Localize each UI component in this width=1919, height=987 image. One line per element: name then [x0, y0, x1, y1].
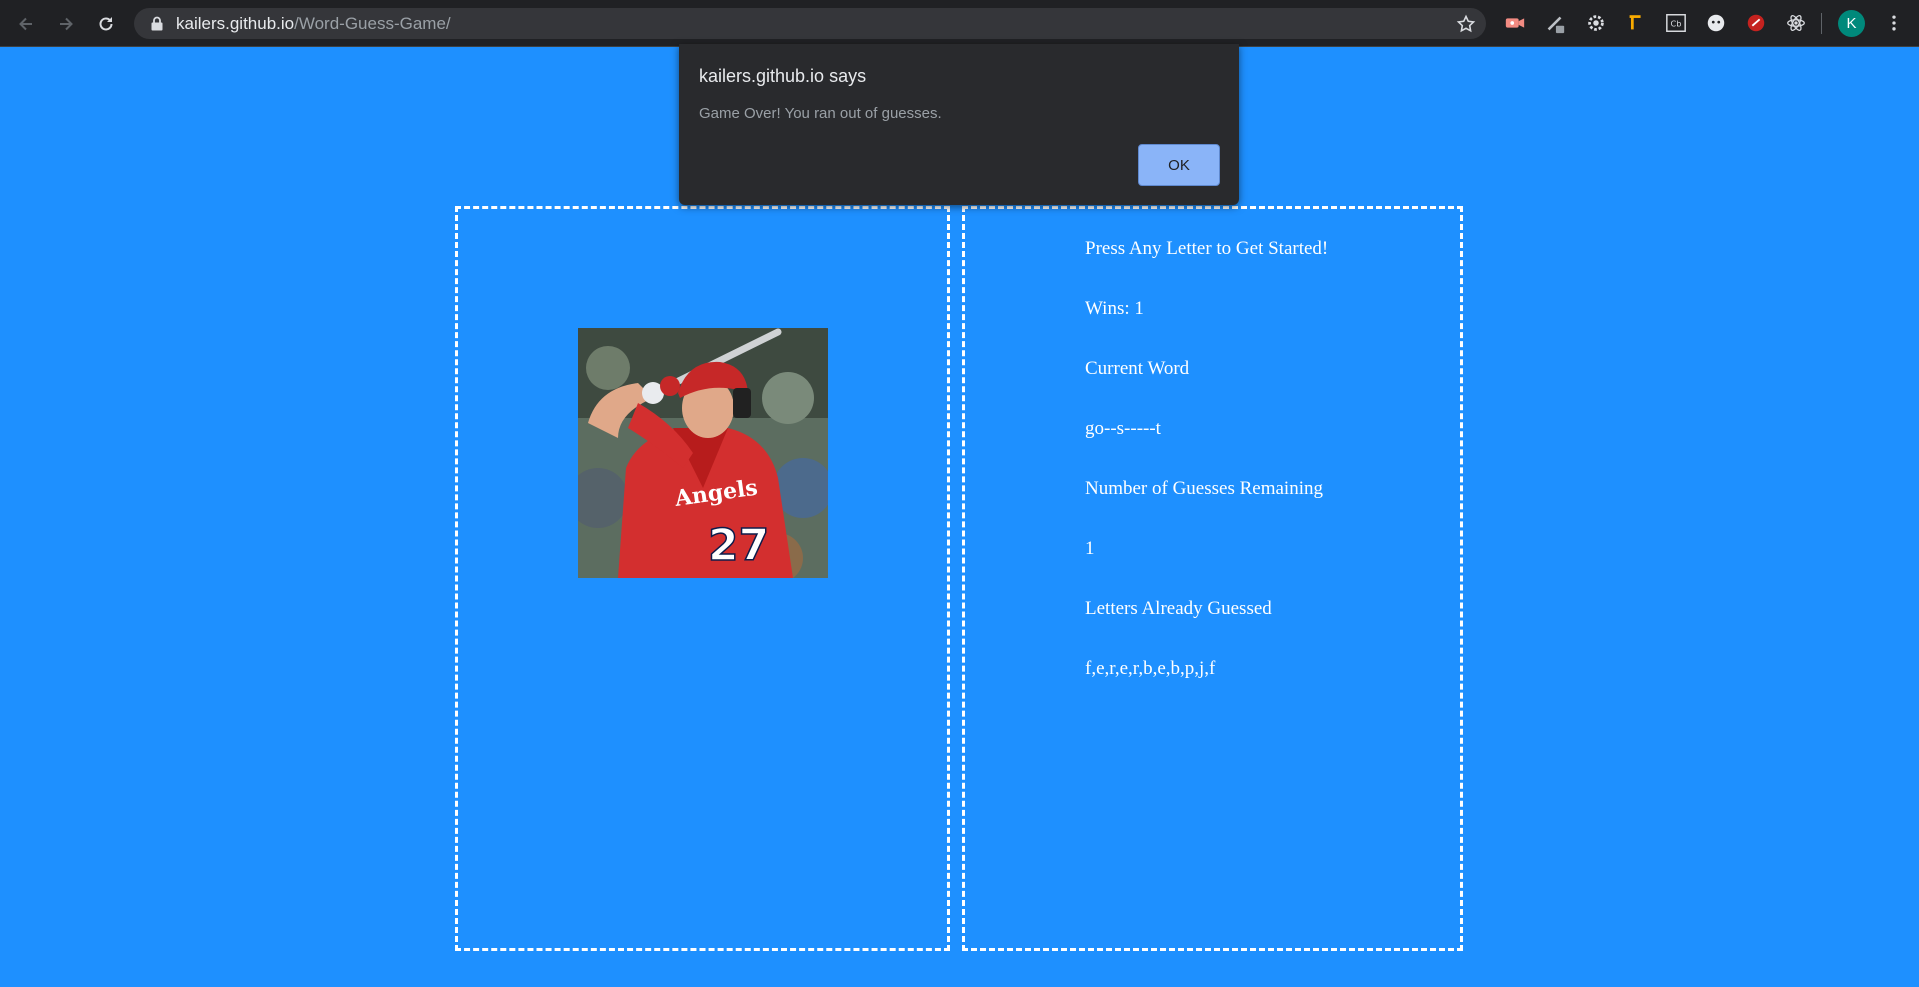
reload-icon [99, 17, 113, 31]
dialog-title: kailers.github.io says [699, 66, 867, 86]
game-panel [962, 206, 1463, 951]
svg-text:Cb: Cb [1671, 19, 1682, 29]
url-text: kailers.github.io/Word-Guess-Game/ [176, 14, 451, 33]
letters-guessed-label: Letters Already Guessed [1085, 598, 1272, 619]
video-ext-icon[interactable] [1503, 11, 1527, 35]
current-word: go--s-----t [1085, 418, 1161, 439]
image-panel [455, 206, 950, 951]
reload-button[interactable] [91, 9, 121, 39]
svg-text:27: 27 [708, 520, 769, 571]
dialog-message: Game Over! You ran out of guesses. [699, 105, 942, 122]
url-path: /Word-Guess-Game/ [294, 14, 451, 33]
forward-arrow-icon [60, 17, 73, 31]
back-arrow-icon [19, 17, 32, 31]
profile-avatar[interactable]: K [1838, 10, 1865, 37]
guesses-remaining: 1 [1085, 538, 1095, 559]
current-word-label: Current Word [1085, 358, 1190, 379]
cb-ext-icon[interactable]: Cb [1664, 11, 1688, 35]
face-ext-icon[interactable] [1704, 11, 1728, 35]
pen-ext-icon[interactable] [1543, 11, 1567, 35]
forward-button[interactable] [51, 9, 81, 39]
address-bar[interactable]: kailers.github.io/Word-Guess-Game/ [134, 8, 1486, 39]
lock-icon [151, 16, 163, 31]
toolbar-divider [1821, 13, 1822, 34]
settings-ext-icon[interactable] [1584, 11, 1608, 35]
pick-ext-icon[interactable] [1624, 11, 1648, 35]
guesses-remaining-label: Number of Guesses Remaining [1085, 478, 1323, 499]
bookmark-star-icon[interactable] [1456, 14, 1476, 34]
react-ext-icon[interactable] [1784, 11, 1808, 35]
red-ext-icon[interactable] [1744, 11, 1768, 35]
url-host: kailers.github.io [176, 14, 295, 33]
alert-dialog: kailers.github.io says Game Over! You ra… [679, 44, 1239, 205]
back-button[interactable] [11, 9, 41, 39]
wins-count: Wins: 1 [1085, 298, 1144, 319]
ok-button[interactable]: OK [1138, 144, 1220, 186]
player-photo: Angels 27 [578, 328, 828, 578]
browser-menu-icon[interactable] [1882, 11, 1906, 35]
letters-guessed: f,e,r,e,r,b,e,b,p,j,f [1085, 658, 1216, 679]
browser-toolbar: kailers.github.io/Word-Guess-Game/ Cb K [0, 0, 1919, 47]
start-prompt: Press Any Letter to Get Started! [1085, 238, 1329, 259]
